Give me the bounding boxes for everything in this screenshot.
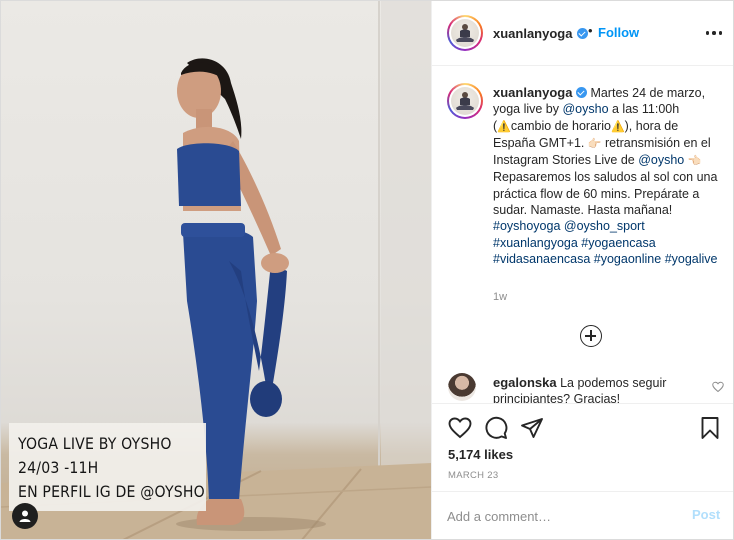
caption-part: cambio de horario	[510, 118, 611, 133]
hashtag-link[interactable]: #yogalive	[665, 252, 718, 266]
post-age[interactable]: 1w	[493, 291, 507, 303]
pointing-left-emoji: 👈🏻	[687, 154, 702, 168]
post-comment-button[interactable]: Post	[692, 507, 720, 522]
header-separator: •	[588, 23, 593, 38]
meditation-figure-icon	[456, 92, 474, 110]
instagram-post: YOGA LIVE BY OYSHO 24/03 -11H EN PERFIL …	[0, 0, 734, 540]
overlay-line-date: 24/03 -11H	[18, 458, 99, 477]
hashtag-link[interactable]: #xuanlangyoga	[493, 236, 578, 250]
add-comment-input[interactable]	[447, 505, 677, 527]
comment-text: egalonska La podemos seguir principiante…	[493, 375, 705, 403]
mention-link[interactable]: @oysho	[562, 102, 608, 116]
comment-bubble-icon[interactable]	[484, 416, 508, 440]
comment-like-heart-icon[interactable]	[712, 381, 724, 393]
comments-section: xuanlanyoga Martes 24 de marzo, yoga liv…	[432, 67, 733, 403]
caption-text: xuanlanyoga Martes 24 de marzo, yoga liv…	[493, 85, 723, 267]
meditation-figure-icon	[456, 24, 474, 42]
mention-link[interactable]: @oysho	[638, 153, 684, 167]
commenter-username[interactable]: egalonska	[493, 375, 557, 390]
like-heart-icon[interactable]	[448, 416, 472, 440]
overlay-line-title: YOGA LIVE BY OYSHO	[18, 434, 172, 453]
hashtag-link[interactable]: #oyshoyoga	[493, 219, 560, 233]
user-tag-icon[interactable]	[12, 503, 38, 529]
pointing-right-emoji: 👉🏻	[587, 136, 602, 150]
caption-username[interactable]: xuanlanyoga	[493, 85, 572, 100]
overlay-line-profile: EN PERFIL IG DE @OYSHO	[18, 482, 205, 501]
post-side-panel: xuanlanyoga • Follow xuanlanyoga Martes …	[431, 1, 733, 539]
share-send-icon[interactable]	[520, 416, 544, 440]
add-comment-bar: Post	[432, 491, 733, 539]
save-bookmark-icon[interactable]	[698, 416, 722, 440]
commenter-avatar[interactable]	[448, 373, 476, 401]
author-username-link[interactable]: xuanlanyoga	[493, 25, 588, 43]
caption-part: Repasaremos los saludos al sol con una p…	[493, 170, 718, 218]
likes-count[interactable]: 5,174 likes	[448, 447, 513, 462]
verified-badge-icon	[575, 87, 587, 98]
author-username: xuanlanyoga	[493, 26, 573, 41]
post-date[interactable]: MARCH 23	[448, 470, 498, 481]
warning-emoji: ⚠️	[497, 119, 511, 133]
hashtag-link[interactable]: #yogaencasa	[581, 236, 655, 250]
warning-emoji: ⚠️	[610, 119, 625, 133]
caption-author-avatar[interactable]	[447, 83, 483, 119]
verified-badge-icon	[576, 28, 588, 39]
post-image[interactable]: YOGA LIVE BY OYSHO 24/03 -11H EN PERFIL …	[1, 1, 431, 539]
mention-link[interactable]: @oysho_sport	[564, 219, 645, 233]
author-avatar[interactable]	[447, 15, 483, 51]
post-header: xuanlanyoga • Follow	[432, 1, 733, 66]
hashtag-link[interactable]: #vidasanaencasa	[493, 252, 590, 266]
hashtag-link[interactable]: #yogaonline	[594, 252, 661, 266]
image-text-overlay: YOGA LIVE BY OYSHO 24/03 -11H EN PERFIL …	[9, 423, 206, 511]
more-options-icon[interactable]	[702, 23, 726, 43]
post-actions: 5,174 likes MARCH 23	[432, 403, 733, 491]
plus-circle-icon[interactable]	[580, 325, 602, 347]
follow-button[interactable]: Follow	[598, 25, 639, 40]
